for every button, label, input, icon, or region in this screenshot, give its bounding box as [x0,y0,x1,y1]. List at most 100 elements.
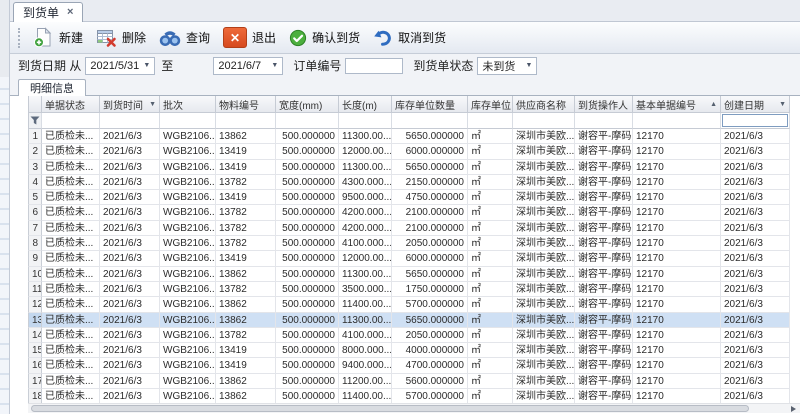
cell: 谢容平-摩码 [575,297,633,312]
cell: 深圳市美欧... [513,160,575,175]
arrival-status-combo[interactable]: 未到货 ▼ [477,57,537,75]
cell: 深圳市美欧... [513,358,575,373]
cell: 500.000000 [276,282,339,297]
table-row[interactable]: 14已质检未...2021/6/3WGB2106...13782500.0000… [28,328,790,343]
table-row[interactable]: 6已质检未...2021/6/3WGB2106...13782500.00000… [28,205,790,220]
scroll-right-icon[interactable] [791,406,796,412]
cell: 2021/6/3 [721,221,790,236]
cell: 谢容平-摩码 [575,282,633,297]
column-header[interactable]: 长度(m) [339,96,392,113]
new-button[interactable]: 新建 [28,24,91,51]
column-header-label: 宽度(mm) [279,97,322,112]
cell: 2021/6/3 [721,282,790,297]
row-indicator-header[interactable] [28,96,42,113]
filter-cell[interactable] [721,113,790,129]
column-header[interactable]: 物料编号 [216,96,276,113]
filter-cell[interactable] [42,113,100,129]
table-row[interactable]: 7已质检未...2021/6/3WGB2106...13782500.00000… [28,221,790,236]
cell: WGB2106... [160,282,216,297]
table-row[interactable]: 13已质检未...2021/6/3WGB2106...13862500.0000… [28,313,790,328]
column-header[interactable]: 创建日期▼ [721,96,790,113]
cell: 500.000000 [276,205,339,220]
date-to-value: 2021/6/7 [218,60,261,72]
cell: 12170 [633,175,721,190]
cell: 深圳市美欧... [513,313,575,328]
cell: 深圳市美欧... [513,221,575,236]
order-no-input[interactable] [345,58,403,74]
cell: ㎡ [468,282,513,297]
column-header-label: 到货时间 [103,97,143,112]
date-to-combo[interactable]: 2021/6/7 ▼ [213,57,283,75]
cell: 500.000000 [276,358,339,373]
tab-arrival-order[interactable]: 到货单 × [13,2,83,22]
cancel-arrival-button[interactable]: 取消到货 [368,26,454,50]
data-grid: 单据状态到货时间▼批次物料编号 宽度(mm) 长度(m)库存单位数量库存单位供应商名… [28,96,790,414]
table-row[interactable]: 16已质检未...2021/6/3WGB2106...13419500.0000… [28,358,790,373]
cell: 500.000000 [276,160,339,175]
filter-cell[interactable] [216,113,276,129]
cell: 2021/6/3 [100,160,160,175]
cell: 12170 [633,251,721,266]
date-from-combo[interactable]: 2021/5/31 ▼ [85,57,155,75]
table-row[interactable]: 9已质检未...2021/6/3WGB2106...13419500.00000… [28,251,790,266]
table-row[interactable]: 11已质检未...2021/6/3WGB2106...13782500.0000… [28,282,790,297]
cell: 谢容平-摩码 [575,313,633,328]
created-date-filter-input[interactable] [722,114,788,127]
filter-row-indicator-cell[interactable] [28,113,42,129]
filter-cell[interactable] [100,113,160,129]
column-header[interactable]: 供应商名称 [513,96,575,113]
column-header[interactable]: 基本单据编号▲ [633,96,721,113]
filter-cell[interactable] [339,113,392,129]
cell: 12000.00... [339,251,392,266]
column-header-label: 物料编号 [219,97,259,112]
table-row[interactable]: 12已质检未...2021/6/3WGB2106...13862500.0000… [28,297,790,312]
filter-cell[interactable] [633,113,721,129]
filter-cell[interactable] [160,113,216,129]
filter-cell[interactable] [513,113,575,129]
tab-close-icon[interactable]: × [67,7,73,18]
table-row[interactable]: 10已质检未...2021/6/3WGB2106...13862500.0000… [28,267,790,282]
cell: 12170 [633,374,721,389]
row-number-cell: 4 [28,175,42,190]
scrollbar-thumb[interactable] [31,405,749,412]
cell: 500.000000 [276,236,339,251]
table-row[interactable]: 4已质检未...2021/6/3WGB2106...13782500.00000… [28,175,790,190]
cell: 已质检未... [42,374,100,389]
dropdown-icon: ▼ [143,62,150,69]
toolbar-grip-handle[interactable] [18,28,20,48]
table-row[interactable]: 5已质检未...2021/6/3WGB2106...13419500.00000… [28,190,790,205]
column-header[interactable]: 到货时间▼ [100,96,160,113]
cell: WGB2106... [160,221,216,236]
column-header[interactable]: 库存单位 [468,96,513,113]
confirm-arrival-button[interactable]: 确认到货 [284,26,368,50]
cell: 已质检未... [42,236,100,251]
tab-detail-info[interactable]: 明细信息 [18,79,86,96]
column-header[interactable]: 到货操作人 [575,96,633,113]
cell: 11300.00... [339,129,392,144]
cell: 5700.000000 [392,297,468,312]
table-row[interactable]: 1已质检未...2021/6/3WGB2106...13862500.00000… [28,129,790,144]
query-button[interactable]: 查询 [154,25,218,51]
exit-button[interactable]: ✕ 退出 [218,24,284,51]
table-row[interactable]: 8已质检未...2021/6/3WGB2106...13782500.00000… [28,236,790,251]
filter-cell[interactable] [276,113,339,129]
column-header[interactable]: 批次 [160,96,216,113]
filter-cell[interactable] [575,113,633,129]
row-number-cell: 9 [28,251,42,266]
table-row[interactable]: 3已质检未...2021/6/3WGB2106...13419500.00000… [28,160,790,175]
column-header[interactable]: 库存单位数量 [392,96,468,113]
cancel-arrival-button-label: 取消到货 [398,29,446,46]
horizontal-scrollbar[interactable] [28,403,800,413]
filter-cell[interactable] [392,113,468,129]
cell: ㎡ [468,129,513,144]
column-header[interactable]: 单据状态 [42,96,100,113]
table-row[interactable]: 17已质检未...2021/6/3WGB2106...13862500.0000… [28,374,790,389]
column-header[interactable]: 宽度(mm) [276,96,339,113]
table-row[interactable]: 15已质检未...2021/6/3WGB2106...13419500.0000… [28,343,790,358]
cell: 已质检未... [42,129,100,144]
row-number-cell: 17 [28,374,42,389]
filter-cell[interactable] [468,113,513,129]
cell: 深圳市美欧... [513,282,575,297]
table-row[interactable]: 2已质检未...2021/6/3WGB2106...13419500.00000… [28,144,790,159]
delete-button[interactable]: 删除 [91,24,154,51]
